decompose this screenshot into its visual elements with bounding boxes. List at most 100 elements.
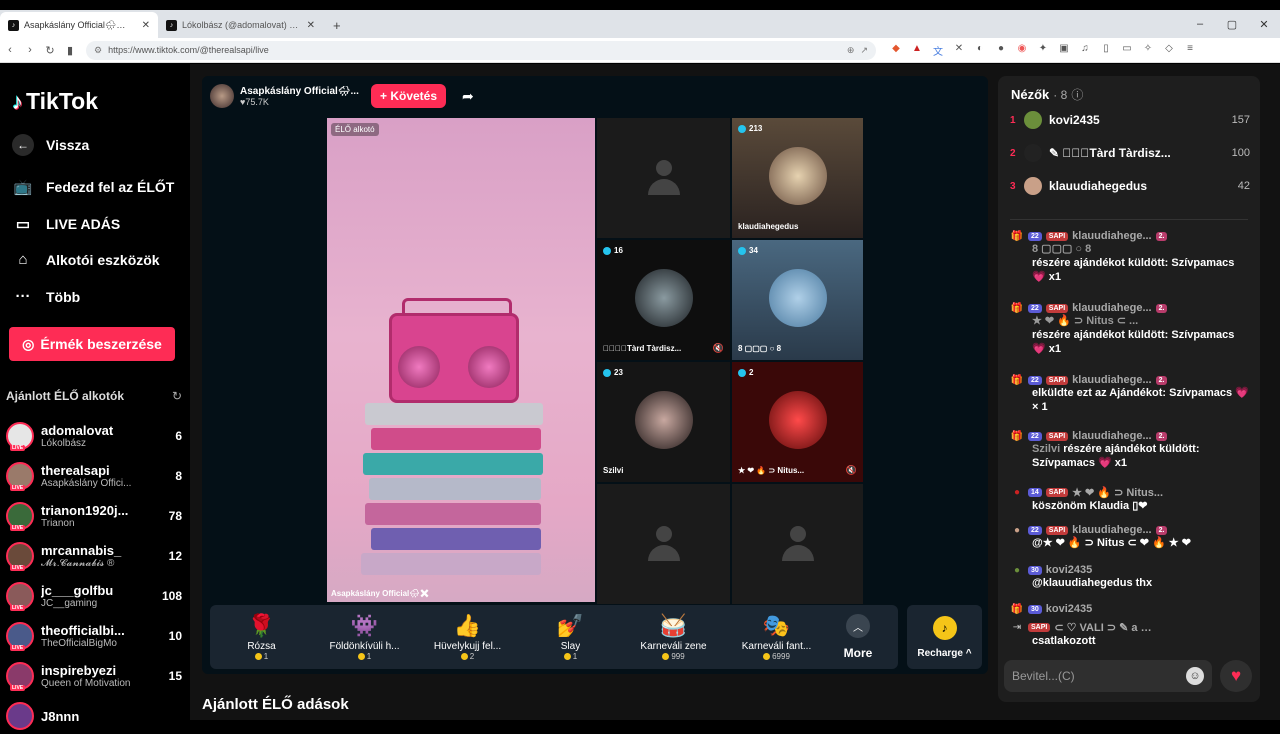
chat-user[interactable]: klauudiahege... — [1072, 302, 1151, 314]
drum-icon: 🥁 — [659, 613, 688, 638]
wallet-icon[interactable]: ▭ — [1121, 43, 1133, 58]
guest-slot-empty[interactable] — [732, 484, 863, 604]
tiktok-logo[interactable]: ♪ TikTok — [12, 88, 98, 115]
alien-icon: 👾 — [350, 613, 379, 638]
gift-item[interactable]: 🎭 Karneváli fant... 6999 — [725, 613, 828, 661]
gift-item[interactable]: 💅 Slay 1 — [519, 613, 622, 661]
chat-user[interactable]: kovi2435 — [1046, 603, 1092, 615]
more-gifts-button[interactable]: ︿ More — [828, 614, 888, 660]
forward-icon[interactable]: › — [20, 44, 40, 56]
nav-live[interactable]: ▭ LIVE ADÁS — [12, 215, 120, 233]
share-icon[interactable]: ➦ — [462, 88, 474, 105]
share-page-icon[interactable]: ↗ — [860, 45, 868, 56]
vpn-icon[interactable]: ◇ — [1163, 43, 1175, 58]
creator-item[interactable]: LIVE therealsapi Asapkáslány Offici... 8 — [6, 458, 182, 494]
site-info-icon[interactable]: ⚙ — [94, 45, 102, 56]
browser-tab-inactive[interactable]: ♪ Lókolbász (@adomalovat) ÉLŐ adások ✕ — [158, 12, 323, 38]
creator-item[interactable]: LIVE theofficialbi... TheOfficialBigMo 10 — [6, 618, 182, 654]
video-camera-icon: ▭ — [15, 216, 31, 233]
gift-item[interactable]: 👾 Földönkívüli h... 1 — [313, 613, 416, 661]
guest-avatar — [634, 390, 693, 449]
nav-label: Több — [46, 288, 81, 305]
music-icon[interactable]: ♫ — [1079, 43, 1091, 58]
guest-slot[interactable]: 23 Szilvi — [597, 362, 730, 482]
guest-slot[interactable]: 213 klaudiahegedus — [732, 118, 863, 238]
chat-user[interactable]: klauudiahege... — [1072, 374, 1151, 386]
brave-shield-icon[interactable]: ◆ — [890, 43, 902, 58]
host-name[interactable]: Asapkáslány Official🌧... — [240, 86, 365, 97]
avatar: LIVE — [6, 582, 34, 611]
creator-item[interactable]: LIVE adomalovat Lókolbász 6 — [6, 418, 182, 454]
gift-item[interactable]: 🌹 Rózsa 1 — [210, 613, 313, 661]
guest-slot-empty[interactable] — [597, 118, 730, 238]
book-image — [371, 428, 541, 450]
guest-avatar — [768, 390, 827, 449]
creator-item[interactable]: LIVE jc___golfbu JC__gaming 108 — [6, 578, 182, 614]
tv-icon: 📺 — [13, 179, 33, 196]
host-avatar[interactable] — [210, 84, 234, 108]
zoom-icon[interactable]: ⊕ — [847, 45, 855, 56]
guest-slot[interactable]: 16 ✎⃝⃝⃝Tàrd Tàrdisz... 🔇 — [597, 240, 730, 360]
nav-back[interactable]: ← Vissza — [12, 134, 89, 156]
minimize-button[interactable]: – — [1184, 10, 1216, 38]
extension-x-icon[interactable]: ✕ — [953, 43, 965, 58]
top-viewer-row[interactable]: 3 klauudiahegedus 42 — [1010, 174, 1250, 198]
browser-tab-active[interactable]: ♪ Asapkáslány Official🌧✖ (@ ✕ — [0, 12, 158, 38]
chat-user[interactable]: klauudiahege... — [1072, 230, 1151, 242]
menu-icon[interactable]: ≡ — [1184, 43, 1196, 58]
sidebar-icon[interactable]: ▯ — [1100, 43, 1112, 58]
creator-item[interactable]: LIVE trianon1920j... Trianon 78 — [6, 498, 182, 534]
follow-button[interactable]: + Követés — [371, 84, 447, 108]
back-icon[interactable]: ‹ — [0, 44, 20, 56]
close-window-button[interactable]: ✕ — [1248, 10, 1280, 38]
gift-item[interactable]: 👍 Hüvelykujj fel... 2 — [416, 613, 519, 661]
gift-name: Földönkívüli h... — [329, 641, 400, 652]
leo-icon[interactable]: ✧ — [1142, 43, 1154, 58]
chat-user[interactable]: kovi2435 — [1046, 564, 1092, 576]
chat-user[interactable]: klauudiahege... — [1072, 430, 1151, 442]
creator-item[interactable]: J8nnn — [6, 698, 182, 734]
top-viewer-row[interactable]: 2 ✎ ⃝⃝⃝Tàrd Tàrdisz... 100 — [1010, 141, 1250, 165]
extension-icon[interactable]: ▣ — [1058, 43, 1070, 58]
chat-input[interactable]: Bevitel...(C) ☺ — [1004, 660, 1212, 692]
like-heart-button[interactable]: ♥ — [1220, 660, 1252, 692]
guest-slot[interactable]: 2 ★ ❤ 🔥 ⊃ Nitus... 🔇 — [732, 362, 863, 482]
creator-item[interactable]: LIVE inspirebyezi Queen of Motivation 15 — [6, 658, 182, 694]
chat-user[interactable]: ★ ❤ 🔥 ⊃ Nitus... — [1072, 486, 1163, 499]
nav-explore-live[interactable]: 📺 Fedezd fel az ÉLŐT — [12, 178, 175, 196]
url-field[interactable]: ⚙ https://www.tiktok.com/@therealsapi/li… — [86, 40, 876, 60]
guest-slot-empty[interactable] — [597, 484, 730, 604]
host-video[interactable]: ÉLŐ alkotó Asapkáslány Official🌧✖ — [327, 118, 595, 602]
close-tab-icon[interactable]: ✕ — [142, 20, 150, 31]
nav-more[interactable]: ··· Több — [12, 288, 81, 305]
chat-message: 🎁 22 SAPI klauudiahege... 2. elküldte ezt az… — [1010, 374, 1250, 414]
puzzle-icon[interactable]: ✦ — [1037, 43, 1049, 58]
nav-label: Fedezd fel az ÉLŐT — [46, 179, 175, 195]
close-tab-icon[interactable]: ✕ — [307, 20, 315, 31]
level-badge: 14 — [1028, 488, 1042, 497]
recharge-button[interactable]: ♪ Recharge ^ — [907, 605, 982, 669]
chat-text: @klauudiahegedus thx — [1032, 577, 1153, 589]
creator-item[interactable]: LIVE mrcannabis_ 𝓜𝓻.𝓒𝓪𝓷𝓷𝓪𝓫𝓲𝓼 ® 12 — [6, 538, 182, 574]
help-icon[interactable]: ⓘ — [1071, 86, 1083, 103]
chat-user[interactable]: ⊂ ♡ VALI ⊃ ✎ a d... — [1054, 621, 1154, 634]
rewards-icon[interactable]: ▲ — [911, 43, 923, 58]
extension-icon[interactable]: ● — [995, 43, 1007, 58]
emoji-icon[interactable]: ☺ — [1186, 667, 1204, 685]
extension-icon[interactable]: ◉ — [1016, 43, 1028, 58]
fan-badge: SAPI — [1045, 525, 1069, 535]
get-coins-button[interactable]: ◎ Érmék beszerzése — [9, 327, 175, 361]
gift-item[interactable]: 🥁 Karneváli zene 999 — [622, 613, 725, 661]
extension-icon[interactable]: ◐ — [974, 43, 986, 58]
reload-icon[interactable]: ↻ — [40, 44, 60, 57]
viewer-count: 8 — [175, 469, 182, 483]
maximize-button[interactable]: ▢ — [1216, 10, 1248, 38]
chat-user[interactable]: klauudiahege... — [1072, 524, 1151, 536]
top-viewer-row[interactable]: 1 kovi2435 157 — [1010, 108, 1250, 132]
guest-slot[interactable]: 34 8 ▢▢▢ ○ 8 — [732, 240, 863, 360]
translate-icon[interactable]: 文 — [932, 43, 944, 58]
bookmark-icon[interactable]: ▮ — [60, 44, 80, 57]
new-tab-button[interactable]: + — [323, 12, 351, 38]
refresh-icon[interactable]: ↻ — [172, 389, 182, 403]
nav-creator-tools[interactable]: ⌂ Alkotói eszközök — [12, 251, 159, 268]
